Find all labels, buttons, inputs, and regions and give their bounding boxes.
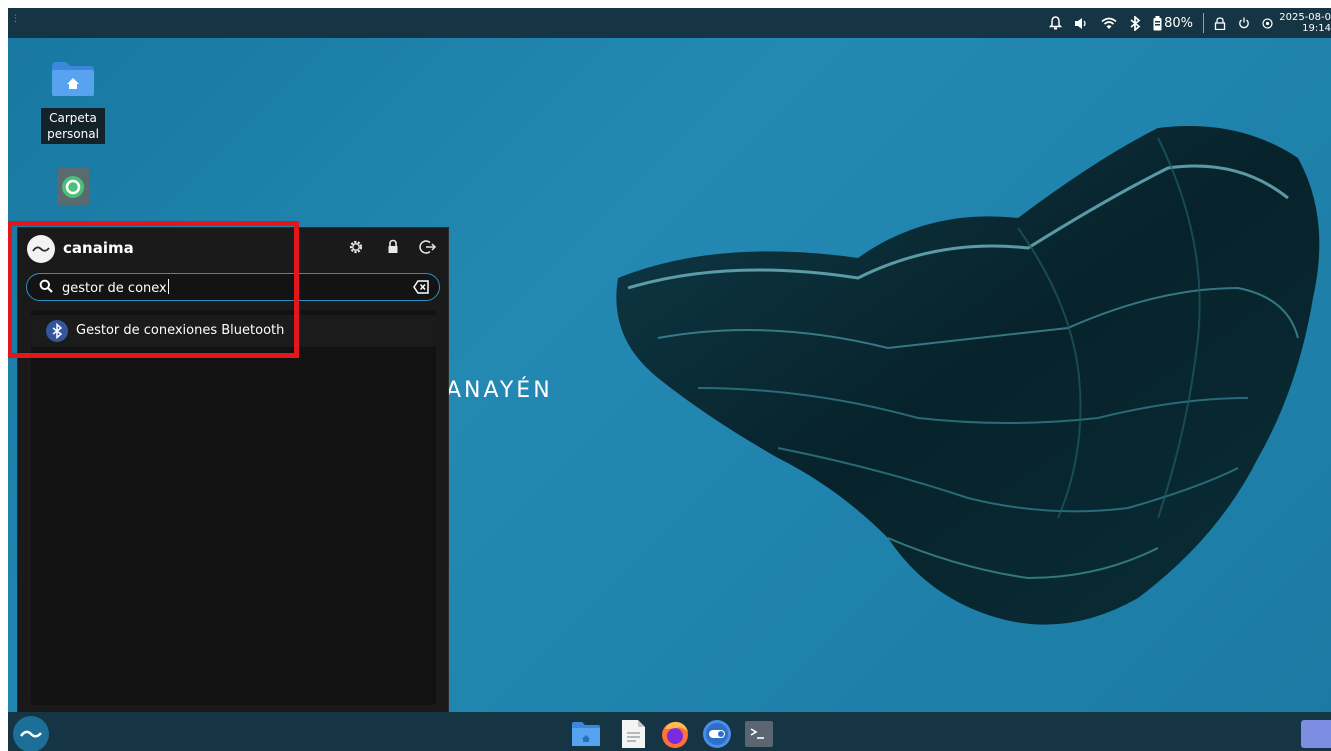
terminal-icon[interactable]: [744, 719, 774, 749]
clear-search-icon[interactable]: [413, 280, 429, 294]
search-results: Gestor de conexiones Bluetooth: [31, 310, 436, 705]
app-launcher-icon: [57, 168, 89, 206]
clock-time: 19:14: [1302, 23, 1331, 34]
canaima-start-icon: [19, 730, 42, 738]
start-menu-button[interactable]: [13, 716, 49, 751]
lock-screen-icon[interactable]: [1208, 8, 1232, 38]
wallpaper-text: ANAYÉN: [446, 378, 553, 403]
dock-panel: [8, 712, 1331, 751]
desktop[interactable]: ⋮ 80% 2025-08-0 19:14 ANAYÉN Carpeta per…: [8, 8, 1331, 751]
desktop-icon-app[interactable]: [38, 168, 108, 210]
bluetooth-icon[interactable]: [1123, 8, 1147, 38]
clock-date: 2025-08-0: [1279, 12, 1331, 23]
workspace-switcher[interactable]: [1301, 720, 1331, 748]
wifi-icon[interactable]: [1095, 8, 1123, 38]
firefox-icon[interactable]: [660, 719, 690, 749]
settings-dial-icon[interactable]: [1256, 8, 1279, 38]
desktop-icon-home-folder[interactable]: Carpeta personal: [38, 60, 108, 144]
volume-icon[interactable]: [1068, 8, 1095, 38]
desktop-icon-label: Carpeta personal: [41, 108, 105, 144]
power-icon[interactable]: [1232, 8, 1256, 38]
settings-gear-icon[interactable]: [346, 239, 366, 259]
battery-percent: 80%: [1164, 15, 1193, 31]
highlight-box: [8, 221, 299, 358]
logout-icon[interactable]: [418, 239, 438, 259]
battery-indicator[interactable]: 80%: [1147, 8, 1199, 38]
wallpaper-art: [616, 126, 1320, 625]
toggle-app-icon[interactable]: [702, 719, 732, 749]
lock-icon[interactable]: [383, 239, 403, 259]
notification-bell-icon[interactable]: [1043, 8, 1068, 38]
top-panel: ⋮ 80% 2025-08-0 19:14: [8, 8, 1331, 38]
text-editor-icon[interactable]: [618, 719, 648, 749]
clock[interactable]: 2025-08-0 19:14: [1279, 8, 1331, 38]
battery-icon: [1153, 15, 1162, 30]
file-manager-icon[interactable]: [571, 719, 601, 749]
system-tray: 80% 2025-08-0 19:14: [1043, 8, 1331, 38]
panel-handle[interactable]: ⋮: [11, 15, 20, 29]
tray-separator: [1203, 13, 1204, 33]
home-folder-icon: [52, 62, 94, 96]
